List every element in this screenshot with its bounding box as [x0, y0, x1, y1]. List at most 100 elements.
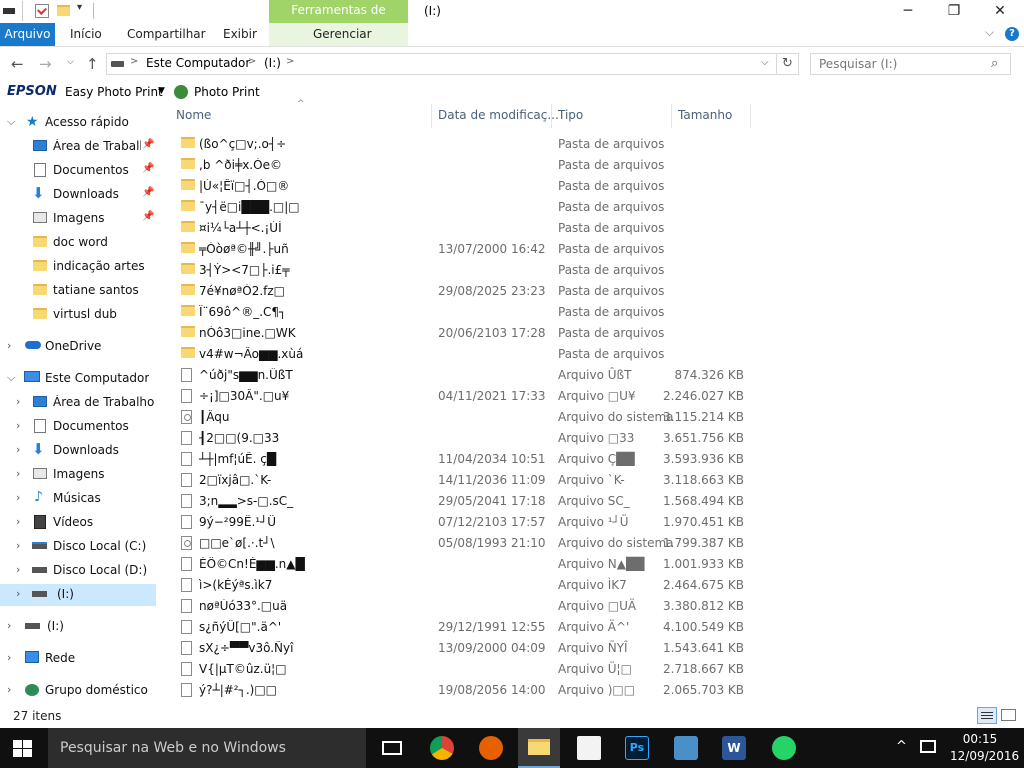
- sidebar-item-images[interactable]: Imagens 📌: [0, 208, 156, 230]
- forward-arrow-icon[interactable]: →: [39, 55, 52, 73]
- chevron-right-icon[interactable]: ›: [16, 395, 20, 408]
- chevron-right-icon[interactable]: ›: [16, 587, 20, 600]
- column-divider[interactable]: [551, 104, 552, 128]
- file-row[interactable]: ^úðj"s▆▆n.ÛßT Arquivo ÛßT 874.326 KB: [170, 365, 750, 386]
- file-row[interactable]: 9ý−²99Ë.¹┘Ü 07/12/2103 17:57 Arquivo ¹┘Ü 1.…: [170, 512, 750, 533]
- chevron-right-icon[interactable]: ›: [16, 515, 20, 528]
- details-view-icon[interactable]: [977, 707, 997, 724]
- chevron-right-icon[interactable]: ›: [7, 339, 11, 352]
- chevron-right-icon[interactable]: ›: [16, 539, 20, 552]
- back-arrow-icon[interactable]: ←: [11, 55, 24, 73]
- minimize-button[interactable]: ─: [885, 0, 931, 23]
- tab-view[interactable]: Exibir: [223, 27, 257, 41]
- file-row[interactable]: s¿ñýÜ[□".ä^' 29/12/1991 12:55 Arquivo Ä^' 4…: [170, 617, 750, 638]
- sidebar-item-pc-downloads[interactable]: › ⬇ Downloads: [0, 440, 156, 462]
- column-divider[interactable]: [431, 104, 432, 128]
- chevron-right-icon[interactable]: ›: [16, 491, 20, 504]
- sidebar-item-pc-documents[interactable]: › Documentos: [0, 416, 156, 438]
- sidebar-item-network[interactable]: › Rede: [0, 648, 156, 670]
- task-view-icon[interactable]: [382, 741, 402, 755]
- recent-locations-chevron-icon[interactable]: ⌵: [67, 57, 74, 67]
- file-row[interactable]: V{|µT©ûz.ü¦□ Arquivo Ü¦□ 2.718.667 KB: [170, 659, 750, 680]
- pin-icon[interactable]: 📌: [142, 139, 154, 150]
- drive-icon[interactable]: [3, 8, 15, 14]
- file-row[interactable]: ┴┼|mf¦úÊ. ç█ 11/04/2034 10:51 Arquivo Ç██ 3…: [170, 449, 750, 470]
- app-icon[interactable]: [674, 736, 698, 760]
- file-row[interactable]: □□e`ø[.·.t┘\ 05/08/1993 21:10 Arquivo do s…: [170, 533, 750, 554]
- column-header-type[interactable]: Tipo: [558, 108, 583, 122]
- chevron-right-icon[interactable]: ›: [7, 619, 11, 632]
- windows-start-icon[interactable]: [13, 740, 33, 758]
- sidebar-item-quick-access[interactable]: ⌵ ★ Acesso rápido: [0, 112, 156, 134]
- sidebar-item-drive-i[interactable]: › (I:): [0, 616, 156, 638]
- sidebar-item-downloads[interactable]: ⬇ Downloads 📌: [0, 184, 156, 206]
- column-header-size[interactable]: Tamanho: [678, 108, 732, 122]
- whatsapp-icon[interactable]: [772, 736, 796, 760]
- help-icon[interactable]: ?: [1005, 27, 1019, 41]
- chevron-right-icon[interactable]: ›: [16, 443, 20, 456]
- file-row[interactable]: sX¿÷▀▀v3ô.Ñyî 13/09/2000 04:09 Arquivo ÑYÎ…: [170, 638, 750, 659]
- sidebar-item-doc-word[interactable]: doc word: [0, 232, 156, 254]
- folder-row[interactable]: 3┤Ý><7□├.i£╤ Pasta de arquivos: [170, 260, 750, 281]
- sidebar-item-virtusl-dub[interactable]: virtusl dub: [0, 304, 156, 326]
- sidebar-item-drive-i-selected[interactable]: › (I:): [0, 584, 156, 606]
- up-arrow-icon[interactable]: ↑: [86, 55, 99, 73]
- notification-icon[interactable]: [920, 740, 936, 753]
- sidebar-item-drive-d[interactable]: › Disco Local (D:): [0, 560, 156, 582]
- sidebar-item-pc-music[interactable]: › ♪ Músicas: [0, 488, 156, 510]
- photo-print-button[interactable]: Photo Print: [194, 85, 260, 99]
- sidebar-item-indicacao-artes[interactable]: indicação artes: [0, 256, 156, 278]
- clock-date[interactable]: 12/09/2016: [950, 749, 1019, 763]
- column-header-name[interactable]: Nome: [176, 108, 211, 122]
- tab-manage[interactable]: Gerenciar: [313, 27, 372, 41]
- file-row[interactable]: ┨2□□(9.□33 Arquivo □33 3.651.756 KB: [170, 428, 750, 449]
- sidebar-item-documents[interactable]: Documentos 📌: [0, 160, 156, 182]
- maximize-button[interactable]: ❐: [931, 0, 977, 23]
- tab-home[interactable]: Início: [70, 27, 102, 41]
- folder-row[interactable]: |Ú«¦Êï□┤.Ó□® Pasta de arquivos: [170, 176, 750, 197]
- column-divider[interactable]: [750, 104, 751, 128]
- chevron-down-icon[interactable]: ⌵: [7, 371, 15, 385]
- file-row[interactable]: ÷¡]□30Â".□u¥ 04/11/2021 17:33 Arquivo □U¥ 2…: [170, 386, 750, 407]
- file-explorer-taskbar-button[interactable]: [518, 728, 560, 768]
- address-input[interactable]: > Este Computador > (I:) > ⌵: [106, 53, 777, 75]
- file-row[interactable]: ┃Âqu Arquivo do sistema 3.115.214 KB: [170, 407, 750, 428]
- clock-time[interactable]: 00:15: [960, 732, 1000, 746]
- column-divider[interactable]: [671, 104, 672, 128]
- store-icon[interactable]: [577, 736, 601, 760]
- sidebar-item-pc-images[interactable]: › Imagens: [0, 464, 156, 486]
- folder-row[interactable]: 7é¥nøªÒ2.fz□ 29/08/2025 23:23 Pasta de arq…: [170, 281, 750, 302]
- sidebar-item-onedrive[interactable]: › OneDrive: [0, 336, 156, 358]
- sidebar-item-desktop[interactable]: Área de Trabalho 📌: [0, 136, 156, 158]
- tab-file[interactable]: Arquivo: [0, 23, 55, 46]
- properties-icon[interactable]: [35, 4, 49, 18]
- chevron-down-icon[interactable]: ▼: [158, 86, 165, 96]
- address-dropdown-icon[interactable]: ⌵: [761, 57, 769, 68]
- sidebar-item-homegroup[interactable]: › Grupo doméstico: [0, 680, 156, 702]
- taskbar-search-box[interactable]: Pesquisar na Web e no Windows: [48, 728, 366, 768]
- pin-icon[interactable]: 📌: [142, 211, 154, 222]
- photoshop-icon[interactable]: Ps: [625, 736, 649, 760]
- sidebar-item-drive-c[interactable]: › Disco Local (C:): [0, 536, 156, 558]
- sidebar-item-tatiane-santos[interactable]: tatiane santos: [0, 280, 156, 302]
- folder-row[interactable]: v4#w¬Âo▆▆.xùá Pasta de arquivos: [170, 344, 750, 365]
- pin-icon[interactable]: 📌: [142, 163, 154, 174]
- file-row[interactable]: nøªÚó33°.□uä Arquivo □UÄ 3.380.812 KB: [170, 596, 750, 617]
- show-hidden-icons-icon[interactable]: ^: [896, 739, 907, 754]
- large-icons-view-icon[interactable]: [1001, 709, 1016, 721]
- folder-row[interactable]: ,b ^ði╪x.Òe© Pasta de arquivos: [170, 155, 750, 176]
- chevron-right-icon[interactable]: ›: [7, 683, 11, 696]
- close-button[interactable]: ✕: [977, 0, 1023, 23]
- easy-photo-print-button[interactable]: Easy Photo Print: [65, 85, 163, 99]
- search-input[interactable]: Pesquisar (I:) ⌕: [810, 53, 1011, 75]
- customize-quick-access-icon[interactable]: ▾: [77, 2, 82, 13]
- folder-row[interactable]: ¯y┤ë□i███.□|□ Pasta de arquivos: [170, 197, 750, 218]
- breadcrumb-this-pc[interactable]: Este Computador: [146, 56, 250, 70]
- pin-icon[interactable]: 📌: [142, 187, 154, 198]
- tab-share[interactable]: Compartilhar: [127, 27, 206, 41]
- folder-row[interactable]: nÓô3□ine.□WK 20/06/2103 17:28 Pasta de arq…: [170, 323, 750, 344]
- chevron-right-icon[interactable]: ›: [16, 419, 20, 432]
- sidebar-item-pc-desktop[interactable]: › Área de Trabalho: [0, 392, 156, 414]
- sidebar-item-this-pc[interactable]: ⌵ Este Computador: [0, 368, 156, 390]
- folder-row[interactable]: ╤Òòøª©╫╝.├uñ 13/07/2000 16:42 Pasta de arq…: [170, 239, 750, 260]
